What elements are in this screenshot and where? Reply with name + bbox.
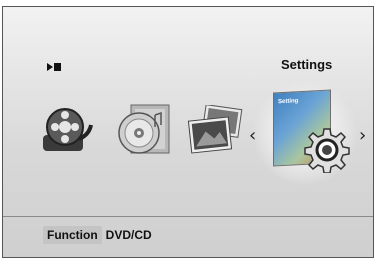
pause-square xyxy=(54,63,61,71)
music-disc-icon[interactable] xyxy=(115,103,171,157)
settings-gear-icon[interactable] xyxy=(304,127,350,173)
scroll-right-arrow[interactable]: › xyxy=(359,125,366,146)
play-pause-icon xyxy=(47,62,61,72)
footer-bar: Function DVD/CD xyxy=(43,226,152,244)
media-menu-screen: Settings Setting ‹ › Function DVD/CD xyxy=(2,6,374,258)
photos-icon[interactable] xyxy=(186,105,244,157)
selected-item-title: Settings xyxy=(281,57,333,72)
film-reel-icon[interactable] xyxy=(41,105,93,153)
settings-card-label: Setting xyxy=(278,98,299,106)
scroll-left-arrow[interactable]: ‹ xyxy=(249,125,256,146)
footer-divider xyxy=(3,216,373,217)
play-triangle xyxy=(47,63,53,71)
function-button[interactable]: Function xyxy=(43,226,102,244)
current-mode-label: DVD/CD xyxy=(105,228,152,242)
